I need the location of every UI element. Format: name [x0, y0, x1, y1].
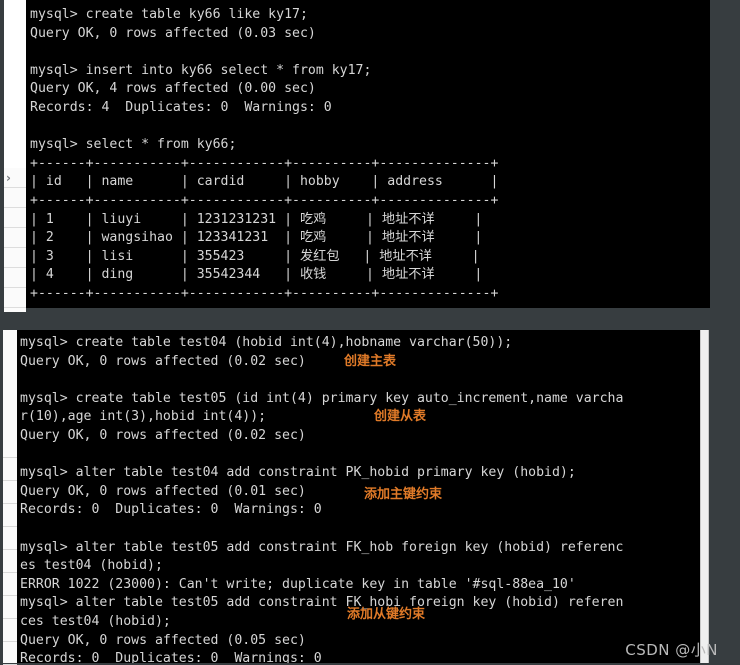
terminal-line: +------+-----------+------------+-------… [30, 155, 499, 171]
terminal-line: | 3 | lisi | 355423 | 发红包 | 地址不详 | [30, 248, 480, 264]
terminal-line: es test04 (hobid); [20, 558, 163, 574]
rail-row [3, 573, 17, 596]
panel-divider-gap [0, 312, 740, 330]
annotation-create-master-table: 创建主表 [344, 354, 397, 369]
rail-row [3, 504, 17, 527]
chevron-right-icon[interactable]: › [6, 170, 20, 186]
terminal-line: Query OK, 0 rows affected (0.01 sec) [20, 483, 306, 499]
annotation-add-foreign-key-constraint: 添加从键约束 [347, 607, 426, 622]
rail-row [3, 458, 17, 481]
left-rail-bottom[interactable] [3, 330, 17, 665]
rail-row [3, 527, 17, 550]
terminal-line: mysql> create table test04 (hobid int(4)… [20, 335, 513, 350]
terminal-line: | 1 | liuyi | 1231231231 | 吃鸡 | 地址不详 | [30, 211, 483, 227]
terminal-line: mysql> alter table test05 add constraint… [20, 539, 624, 555]
rail-row [4, 268, 26, 288]
terminal-line: mysql> create table test05 (id int(4) pr… [20, 390, 624, 406]
terminal-line: Query OK, 0 rows affected (0.03 sec) [30, 25, 316, 41]
rail-row [4, 228, 26, 248]
terminal-line: Records: 0 Duplicates: 0 Warnings: 0 [20, 502, 322, 518]
terminal-output-top: mysql> create table ky66 like ky17; Query… [26, 0, 710, 304]
terminal-screen-top[interactable]: mysql> create table ky66 like ky17; Query… [26, 0, 710, 308]
left-rail-rows-top [4, 168, 26, 312]
rail-row [3, 435, 17, 458]
rail-row [3, 481, 17, 504]
csdn-watermark: CSDN @小N [625, 641, 718, 659]
terminal-line: mysql> insert into ky66 select * from ky… [30, 62, 372, 78]
terminal-line: Records: 0 Duplicates: 0 Warnings: 0 [20, 651, 322, 663]
left-rail-top[interactable] [4, 0, 26, 312]
annotation-add-primary-key-constraint: 添加主键约束 [364, 487, 443, 502]
terminal-line: r(10),age int(3),hobid int(4)); [20, 409, 267, 425]
terminal-line: | 4 | ding | 35542344 | 收钱 | 地址不详 | [30, 267, 483, 283]
vertical-scrollbar[interactable] [700, 330, 709, 663]
rail-row [3, 596, 17, 619]
terminal-line: ERROR 1022 (23000): Can't write; duplica… [20, 576, 576, 592]
terminal-line: +------+-----------+------------+-------… [30, 192, 499, 208]
rail-row [3, 550, 17, 573]
mysql-terminal-top-panel[interactable]: › mysql> create table ky66 like ky17; Que… [0, 0, 740, 312]
terminal-line: mysql> select * from ky66; [30, 137, 237, 153]
annotation-create-slave-table: 创建从表 [374, 409, 427, 424]
terminal-line: | id | name | cardid | hobby | address | [30, 174, 499, 190]
terminal-line: mysql> create table ky66 like ky17; [30, 7, 308, 22]
terminal-line: Query OK, 0 rows affected (0.05 sec) [20, 632, 306, 648]
rail-row [3, 642, 17, 665]
terminal-line: Query OK, 0 rows affected (0.02 sec) [20, 427, 306, 443]
terminal-line: Records: 4 Duplicates: 0 Warnings: 0 [30, 99, 332, 115]
terminal-line: mysql> alter table test04 add constraint… [20, 465, 576, 481]
rail-row [4, 288, 26, 308]
terminal-line: +------+-----------+------------+-------… [30, 285, 499, 301]
rail-row [4, 188, 26, 208]
rail-row [3, 619, 17, 642]
terminal-line: Query OK, 4 rows affected (0.00 sec) [30, 81, 316, 97]
left-rail-rows-bottom [3, 435, 17, 665]
rail-row [4, 248, 26, 268]
terminal-line: | 2 | wangsihao | 123341231 | 吃鸡 | 地址不详 … [30, 230, 483, 246]
rail-row [4, 208, 26, 228]
